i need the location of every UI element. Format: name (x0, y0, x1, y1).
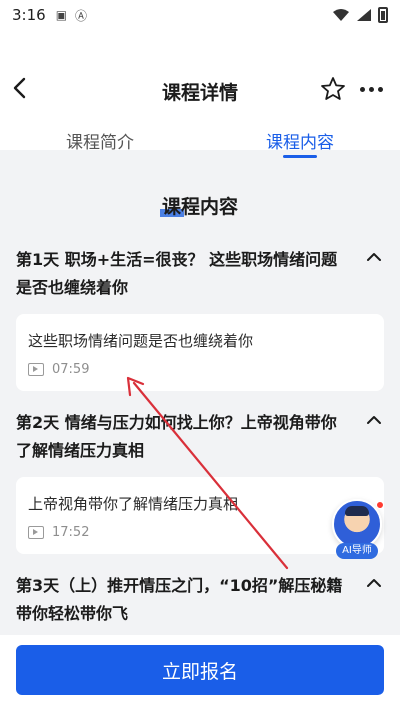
lesson-meta: 17:52 (28, 525, 372, 540)
wifi-icon (333, 9, 349, 21)
page-title: 课程详情 (161, 81, 238, 104)
favorite-star-icon[interactable] (320, 76, 346, 102)
video-icon (28, 363, 44, 376)
font-notification-icon: Ⓐ (75, 8, 88, 23)
chevron-up-icon[interactable] (366, 415, 382, 425)
bottom-bar: 立即报名 (0, 635, 400, 711)
status-time: 3:16 (12, 6, 46, 24)
ai-assistant-label: AI导师 (336, 543, 378, 559)
tab-bar: 课程简介 课程内容 (0, 124, 400, 164)
lesson-card-1[interactable]: 这些职场情绪问题是否也缠绕着你 07:59 (16, 314, 384, 391)
back-button[interactable] (12, 76, 32, 100)
day-3-block: 第3天（上）推开情压之门，“10招”解压秘籍带你轻松带你飞 (0, 572, 400, 628)
lesson-title: 这些职场情绪问题是否也缠绕着你 (28, 332, 254, 350)
tab-course-intro[interactable]: 课程简介 (0, 124, 200, 164)
lesson-card-2[interactable]: 上帝视角带你了解情绪压力真相 17:52 (16, 477, 384, 554)
notification-dot (376, 501, 384, 509)
app-header: 课程详情 课程简介 课程内容 (0, 30, 400, 158)
battery-icon (378, 7, 388, 23)
active-tab-indicator (283, 155, 317, 158)
dot-icon (368, 86, 374, 92)
day-2-header[interactable]: 第2天 情绪与压力如何找上你？上帝视角带你了解情绪压力真相 (16, 409, 384, 465)
dot-icon (359, 86, 365, 92)
enroll-now-button[interactable]: 立即报名 (16, 645, 384, 695)
chevron-up-icon[interactable] (366, 252, 382, 262)
lesson-meta: 07:59 (28, 362, 372, 377)
image-notification-icon: ▣ (55, 8, 68, 22)
lesson-title: 上帝视角带你了解情绪压力真相 (28, 495, 239, 513)
back-arrow-icon (13, 77, 26, 99)
status-bar: 3:16 ▣ Ⓐ (0, 0, 400, 30)
ai-avatar-icon (332, 499, 382, 549)
dot-icon (377, 86, 383, 92)
signal-icon (357, 9, 371, 21)
section-title: 课程内容 (159, 196, 238, 218)
tab-course-content[interactable]: 课程内容 (200, 124, 400, 164)
lesson-duration: 17:52 (52, 525, 90, 540)
lesson-duration: 07:59 (52, 362, 90, 377)
day-1-header[interactable]: 第1天 职场+生活=很丧？ 这些职场情绪问题是否也缠绕着你 (16, 246, 384, 302)
course-content-list[interactable]: 课程内容 第1天 职场+生活=很丧？ 这些职场情绪问题是否也缠绕着你 这些职场情… (0, 168, 400, 643)
day-3-header[interactable]: 第3天（上）推开情压之门，“10招”解压秘籍带你轻松带你飞 (16, 572, 384, 628)
day-1-block: 第1天 职场+生活=很丧？ 这些职场情绪问题是否也缠绕着你 这些职场情绪问题是否… (0, 246, 400, 391)
video-icon (28, 526, 44, 539)
ai-assistant-button[interactable]: AI导师 (330, 499, 384, 559)
chevron-up-icon[interactable] (366, 578, 382, 588)
more-options-button[interactable] (358, 76, 384, 102)
